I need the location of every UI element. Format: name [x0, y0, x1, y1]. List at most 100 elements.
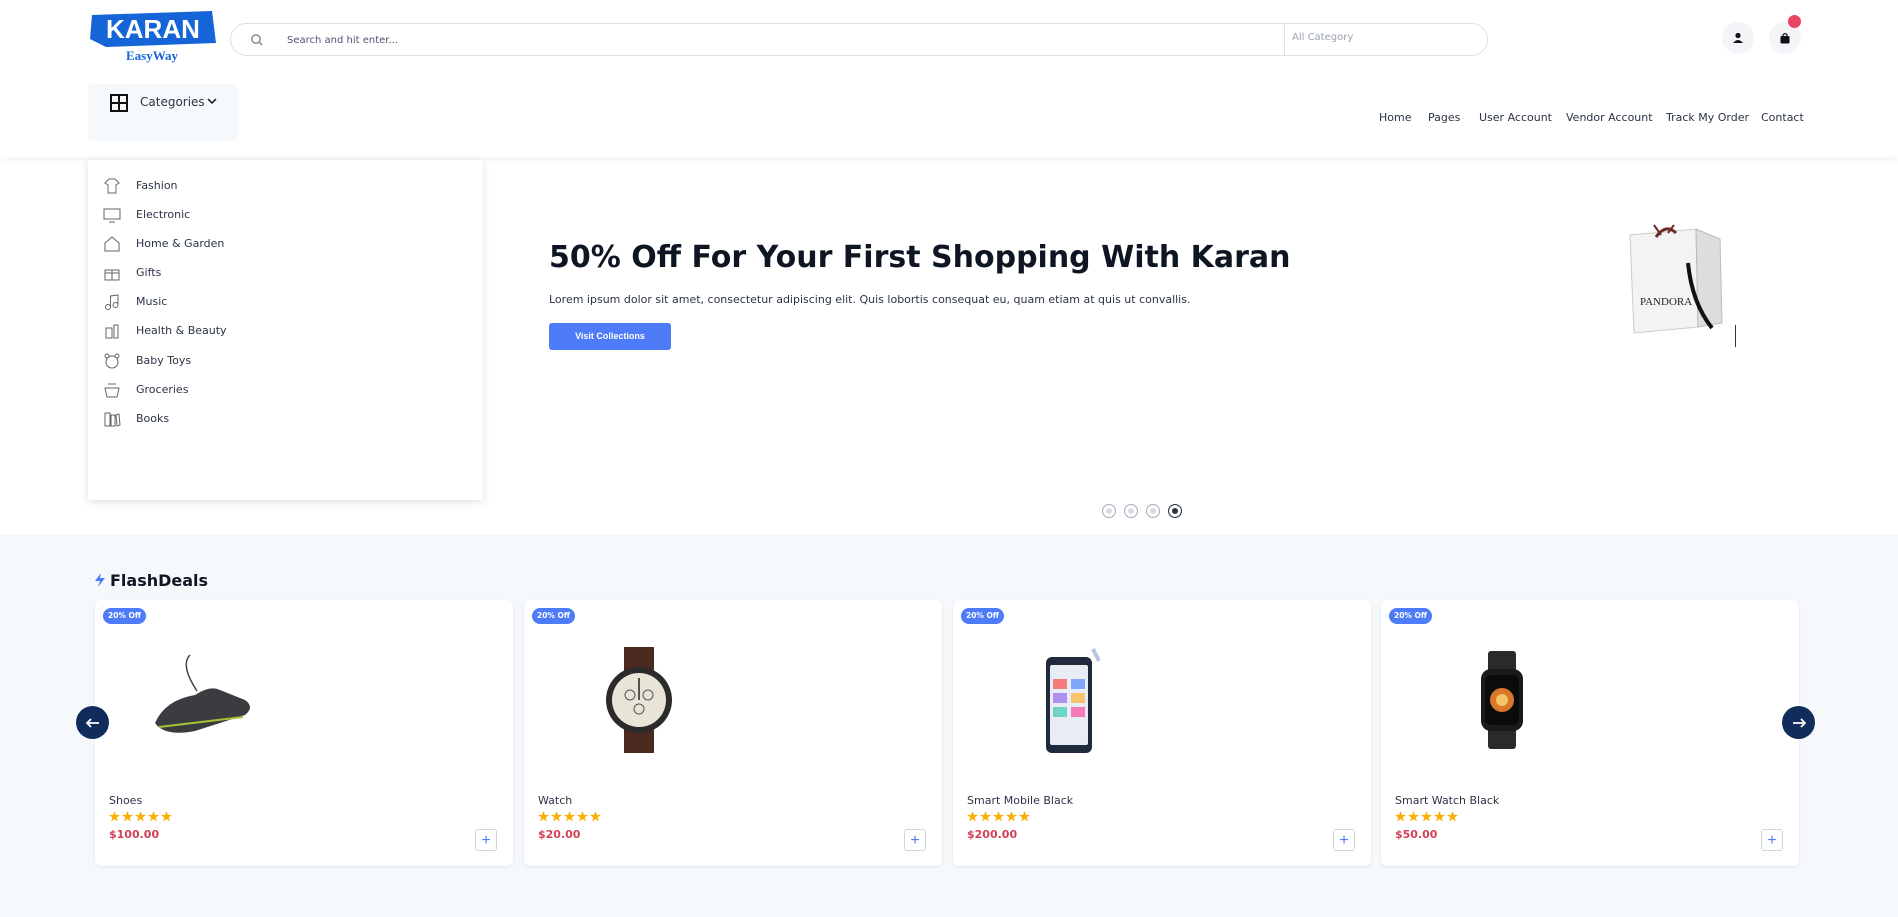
- star-icon: [1408, 811, 1419, 822]
- search-icon: [251, 34, 263, 46]
- category-item-health-beauty[interactable]: Health & Beauty: [102, 321, 462, 343]
- category-label: Home & Garden: [136, 237, 225, 250]
- product-price: $50.00: [1395, 828, 1438, 841]
- product-price: $100.00: [109, 828, 160, 841]
- product-card-watch[interactable]: 20% Off Watch $20.00 +: [524, 600, 942, 866]
- arrow-right-icon: [1792, 717, 1806, 728]
- category-label: Books: [136, 412, 170, 425]
- rating-stars: [967, 811, 1030, 822]
- star-icon: [577, 811, 588, 822]
- previous-arrow-button[interactable]: [76, 706, 109, 739]
- logo-tagline-text: EasyWay: [126, 48, 179, 63]
- arrow-left-icon: [85, 717, 99, 728]
- category-item-groceries[interactable]: Groceries: [102, 380, 462, 402]
- slider-dot-2[interactable]: [1124, 504, 1138, 518]
- nav-home[interactable]: Home: [1379, 111, 1411, 124]
- star-icon: [551, 811, 562, 822]
- category-item-books[interactable]: Books: [102, 409, 462, 431]
- flash-deals-title: FlashDeals: [110, 571, 209, 590]
- product-name: Smart Mobile Black: [967, 794, 1074, 807]
- star-icon: [980, 811, 991, 822]
- categories-label: Categories: [140, 95, 205, 109]
- music-icon: [105, 294, 119, 310]
- star-icon: [148, 811, 159, 822]
- product-name: Watch: [538, 794, 573, 807]
- site-header: KARAN EasyWay All Category Categories: [0, 0, 1898, 157]
- chevron-down-icon: [207, 98, 217, 105]
- category-label: Fashion: [136, 179, 178, 192]
- category-item-baby-toys[interactable]: Baby Toys: [102, 351, 462, 373]
- star-icon: [1434, 811, 1445, 822]
- discount-badge: 20% Off: [1389, 608, 1432, 624]
- star-icon: [161, 811, 172, 822]
- electronic-icon: [103, 208, 121, 223]
- watch-image: [606, 647, 672, 753]
- cart-count-badge: [1788, 15, 1801, 28]
- bag-label-text: PANDORA: [1640, 296, 1692, 308]
- star-icon: [109, 811, 120, 822]
- karan-logo[interactable]: KARAN EasyWay: [88, 9, 218, 65]
- search-input[interactable]: [287, 30, 1287, 50]
- hero-title: 50% Off For Your First Shopping With Kar…: [549, 240, 1291, 275]
- home-garden-icon: [104, 236, 120, 252]
- slider-dot-1[interactable]: [1102, 504, 1116, 518]
- rating-stars: [538, 811, 601, 822]
- nav-track-my-order[interactable]: Track My Order: [1666, 111, 1749, 124]
- category-menu: Fashion Electronic Home & Garden Gifts M…: [88, 160, 483, 500]
- nav-user-account[interactable]: User Account: [1479, 111, 1552, 124]
- add-to-cart-button[interactable]: +: [1333, 829, 1355, 851]
- category-item-music[interactable]: Music: [102, 292, 462, 314]
- lightning-icon: [95, 573, 105, 587]
- user-icon: [1733, 32, 1743, 43]
- nav-contact[interactable]: Contact: [1761, 111, 1804, 124]
- star-icon: [538, 811, 549, 822]
- account-button[interactable]: [1722, 22, 1754, 54]
- add-to-cart-button[interactable]: +: [475, 829, 497, 851]
- category-item-home-garden[interactable]: Home & Garden: [102, 234, 462, 256]
- groceries-icon: [104, 383, 120, 398]
- star-icon: [1395, 811, 1406, 822]
- books-icon: [104, 412, 121, 427]
- visit-collections-button[interactable]: Visit Collections: [549, 323, 671, 350]
- category-label: Health & Beauty: [136, 324, 227, 337]
- category-label: Gifts: [136, 266, 162, 279]
- category-select[interactable]: All Category: [1284, 24, 1488, 55]
- category-label: Electronic: [136, 208, 191, 221]
- product-card-shoes[interactable]: 20% Off Shoes $100.00 +: [95, 600, 513, 866]
- star-icon: [135, 811, 146, 822]
- add-to-cart-button[interactable]: +: [1761, 829, 1783, 851]
- add-to-cart-button[interactable]: +: [904, 829, 926, 851]
- nav-vendor-account[interactable]: Vendor Account: [1566, 111, 1653, 124]
- next-arrow-button[interactable]: [1782, 706, 1815, 739]
- star-icon: [993, 811, 1004, 822]
- text-cursor: [1735, 325, 1736, 347]
- discount-badge: 20% Off: [103, 608, 146, 624]
- star-icon: [590, 811, 601, 822]
- nav-pages[interactable]: Pages: [1428, 111, 1460, 124]
- category-item-electronic[interactable]: Electronic: [102, 205, 462, 227]
- product-price: $200.00: [967, 828, 1018, 841]
- product-card-smart-mobile-black[interactable]: 20% Off Smart Mobile Black $200.00 +: [953, 600, 1371, 866]
- shopping-bag-icon: [1780, 33, 1790, 44]
- slider-dot-3[interactable]: [1146, 504, 1160, 518]
- star-icon: [967, 811, 978, 822]
- product-card-smart-watch-black[interactable]: 20% Off Smart Watch Black $50.00 +: [1381, 600, 1799, 866]
- smartphone-image: [1046, 648, 1101, 753]
- category-item-fashion[interactable]: Fashion: [102, 176, 462, 198]
- category-item-gifts[interactable]: Gifts: [102, 263, 462, 285]
- star-icon: [1447, 811, 1458, 822]
- grid-icon: [110, 94, 128, 112]
- product-name: Shoes: [109, 794, 143, 807]
- shopping-bag-image: PANDORA: [1629, 224, 1723, 334]
- star-icon: [1019, 811, 1030, 822]
- discount-badge: 20% Off: [961, 608, 1004, 624]
- star-icon: [1421, 811, 1432, 822]
- product-name: Smart Watch Black: [1395, 794, 1500, 807]
- categories-button[interactable]: Categories: [88, 84, 238, 141]
- baby-toys-icon: [104, 353, 120, 369]
- slider-dot-4[interactable]: [1168, 504, 1182, 518]
- hero-description: Lorem ipsum dolor sit amet, consectetur …: [549, 293, 1191, 306]
- rating-stars: [109, 811, 172, 822]
- rating-stars: [1395, 811, 1458, 822]
- category-label: Groceries: [136, 383, 189, 396]
